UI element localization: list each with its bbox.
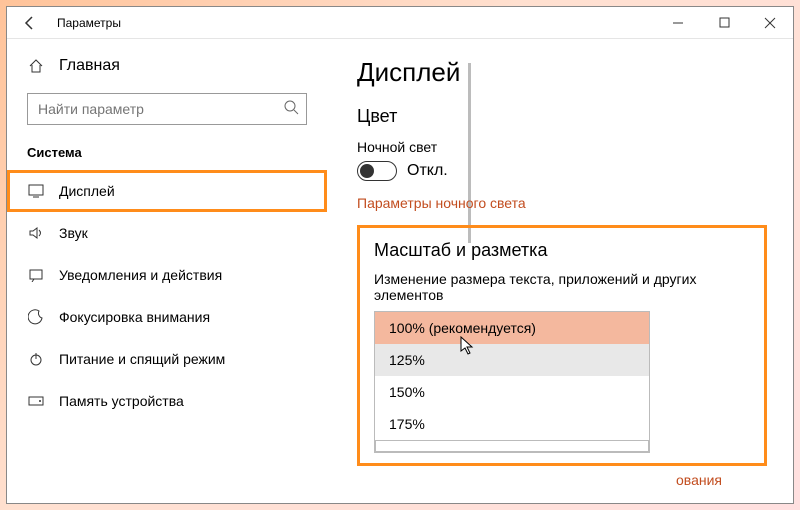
home-nav[interactable]: Главная xyxy=(7,47,327,85)
display-icon xyxy=(27,184,45,198)
search-input[interactable] xyxy=(27,93,307,125)
page-title: Дисплей xyxy=(357,57,767,88)
nav-label: Питание и спящий режим xyxy=(59,351,225,367)
storage-icon xyxy=(27,395,45,407)
advanced-scaling-link-fragment[interactable]: ования xyxy=(676,472,722,488)
sidebar-item-sound[interactable]: Звук xyxy=(7,212,327,254)
night-light-toggle[interactable] xyxy=(357,161,397,181)
sidebar-item-focus[interactable]: Фокусировка внимания xyxy=(7,296,327,338)
maximize-button[interactable] xyxy=(701,7,747,39)
power-icon xyxy=(27,351,45,367)
nav-label: Звук xyxy=(59,225,88,241)
main-panel: Дисплей Цвет Ночной свет Откл. Параметры… xyxy=(327,39,793,503)
nav-label: Память устройства xyxy=(59,393,184,409)
close-button[interactable] xyxy=(747,7,793,39)
titlebar: Параметры xyxy=(7,7,793,39)
nav-label: Фокусировка внимания xyxy=(59,309,210,325)
scale-section: Масштаб и разметка Изменение размера тек… xyxy=(357,225,767,466)
home-icon xyxy=(27,58,45,74)
window-title: Параметры xyxy=(53,16,121,30)
nav-label: Уведомления и действия xyxy=(59,267,222,283)
notifications-icon xyxy=(27,268,45,282)
sidebar-item-notifications[interactable]: Уведомления и действия xyxy=(7,254,327,296)
section-heading: Система xyxy=(7,139,327,170)
scale-option[interactable]: 125% xyxy=(375,344,649,376)
sidebar-item-storage[interactable]: Память устройства xyxy=(7,380,327,422)
toggle-state: Откл. xyxy=(407,162,448,180)
nav-label: Дисплей xyxy=(59,183,115,199)
focus-icon xyxy=(27,309,45,325)
sidebar: Главная Система Дисплей Звук Уведомления… xyxy=(7,39,327,503)
night-light-settings-link[interactable]: Параметры ночного света xyxy=(357,195,767,211)
scale-heading: Масштаб и разметка xyxy=(374,240,750,261)
scale-dropdown[interactable]: 100% (рекомендуется) 125% 150% 175% xyxy=(374,311,650,453)
scale-option[interactable]: 150% xyxy=(375,376,649,408)
sidebar-item-display[interactable]: Дисплей xyxy=(7,170,327,212)
dropdown-scrollbar[interactable] xyxy=(375,440,649,452)
minimize-button[interactable] xyxy=(655,7,701,39)
color-heading: Цвет xyxy=(357,106,767,127)
scale-option[interactable]: 100% (рекомендуется) xyxy=(375,312,649,344)
night-light-label: Ночной свет xyxy=(357,139,767,155)
sidebar-item-power[interactable]: Питание и спящий режим xyxy=(7,338,327,380)
search-icon xyxy=(283,99,299,120)
scale-description: Изменение размера текста, приложений и д… xyxy=(374,271,750,303)
toggle-knob xyxy=(360,164,374,178)
home-label: Главная xyxy=(59,57,120,75)
sound-icon xyxy=(27,226,45,240)
settings-window: Параметры Главная Систе xyxy=(6,6,794,504)
scale-option[interactable]: 175% xyxy=(375,408,649,440)
back-button[interactable] xyxy=(7,7,53,39)
